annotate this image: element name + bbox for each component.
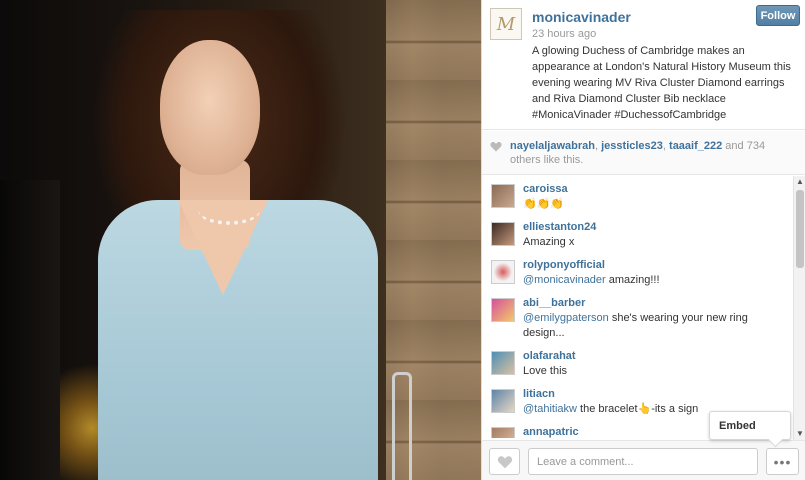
like-button[interactable] — [489, 448, 520, 475]
likes-section: nayelaljawabrah, jessticles23, taaaif_22… — [482, 131, 805, 175]
avatar[interactable] — [491, 351, 515, 375]
avatar[interactable] — [491, 184, 515, 208]
comments-list: caroissa 👏👏👏 elliestanton24 Amazing x ro… — [482, 176, 792, 438]
comment-text: Love this — [523, 365, 568, 377]
scrollbar-thumb[interactable] — [796, 190, 804, 268]
avatar[interactable] — [491, 389, 515, 413]
comment-body: amazing!!! — [605, 274, 660, 286]
liker-2[interactable]: jessticles23 — [601, 140, 663, 152]
comment-text: Amazing x — [523, 236, 575, 248]
photo-necklace — [198, 195, 260, 225]
likes-count: 734 — [746, 140, 766, 152]
avatar[interactable] — [491, 298, 515, 322]
comment-text: @monicavinader amazing!!! — [523, 273, 778, 288]
list-item: caroissa 👏👏👏 — [482, 176, 792, 214]
post-photo[interactable] — [0, 0, 481, 480]
post-details-panel: M monicavinader 23 hours ago A glowing D… — [481, 0, 805, 480]
comment-input[interactable] — [528, 448, 758, 475]
comment-username[interactable]: annapatric — [523, 426, 579, 438]
comment-username[interactable]: abi__barber — [523, 297, 585, 309]
scroll-down-icon[interactable]: ▼ — [795, 429, 805, 439]
list-item: rolyponyofficial @monicavinader amazing!… — [482, 252, 792, 290]
comment-username[interactable]: olafarahat — [523, 350, 576, 362]
post-timestamp: 23 hours ago — [532, 28, 597, 40]
likes-text: nayelaljawabrah, jessticles23, taaaif_22… — [510, 139, 790, 167]
owner-avatar[interactable]: M — [490, 8, 522, 40]
comment-body: the bracelet👆-its a sign — [576, 403, 699, 415]
comment-text: @emilygpaterson she's wearing your new r… — [523, 311, 778, 341]
avatar[interactable] — [491, 222, 515, 246]
more-options-button[interactable]: ••• — [766, 448, 799, 475]
comment-username[interactable]: rolyponyofficial — [523, 259, 605, 271]
monica-vinader-logo-icon: M — [496, 13, 516, 35]
photo-railing — [392, 372, 412, 480]
heart-icon — [490, 141, 502, 152]
comment-username[interactable]: caroissa — [523, 183, 568, 195]
post-caption: A glowing Duchess of Cambridge makes an … — [532, 45, 791, 121]
follow-button[interactable]: Follow — [756, 5, 800, 26]
comment-mention[interactable]: @emilygpaterson — [523, 312, 609, 324]
likes-and: and — [722, 140, 747, 152]
list-item: olafarahat Love this — [482, 343, 792, 381]
liker-1[interactable]: nayelaljawabrah — [510, 140, 595, 152]
comment-mention[interactable]: @monicavinader — [523, 274, 606, 286]
post-header: M monicavinader 23 hours ago A glowing D… — [482, 0, 805, 130]
comment-mention[interactable]: @tahitiakw — [523, 403, 577, 415]
comment-username[interactable]: litiacn — [523, 388, 555, 400]
comments-scrollbar[interactable]: ▲ ▼ — [793, 176, 805, 440]
list-item: elliestanton24 Amazing x — [482, 214, 792, 252]
scroll-up-icon[interactable]: ▲ — [795, 177, 805, 187]
likes-suffix: others like this. — [510, 154, 584, 166]
owner-username[interactable]: monicavinader — [532, 9, 631, 25]
embed-menu-item[interactable]: Embed — [709, 411, 791, 440]
list-item: abi__barber @emilygpaterson she's wearin… — [482, 290, 792, 343]
comment-username[interactable]: elliestanton24 — [523, 221, 596, 233]
photo-background-figure — [0, 180, 60, 480]
comment-bar: ••• — [482, 440, 805, 480]
liker-3[interactable]: taaaif_222 — [669, 140, 722, 152]
heart-icon — [497, 455, 512, 468]
avatar[interactable] — [491, 260, 515, 284]
avatar[interactable] — [491, 427, 515, 438]
comment-text: 👏👏👏 — [523, 198, 565, 210]
photo-face — [160, 40, 260, 175]
